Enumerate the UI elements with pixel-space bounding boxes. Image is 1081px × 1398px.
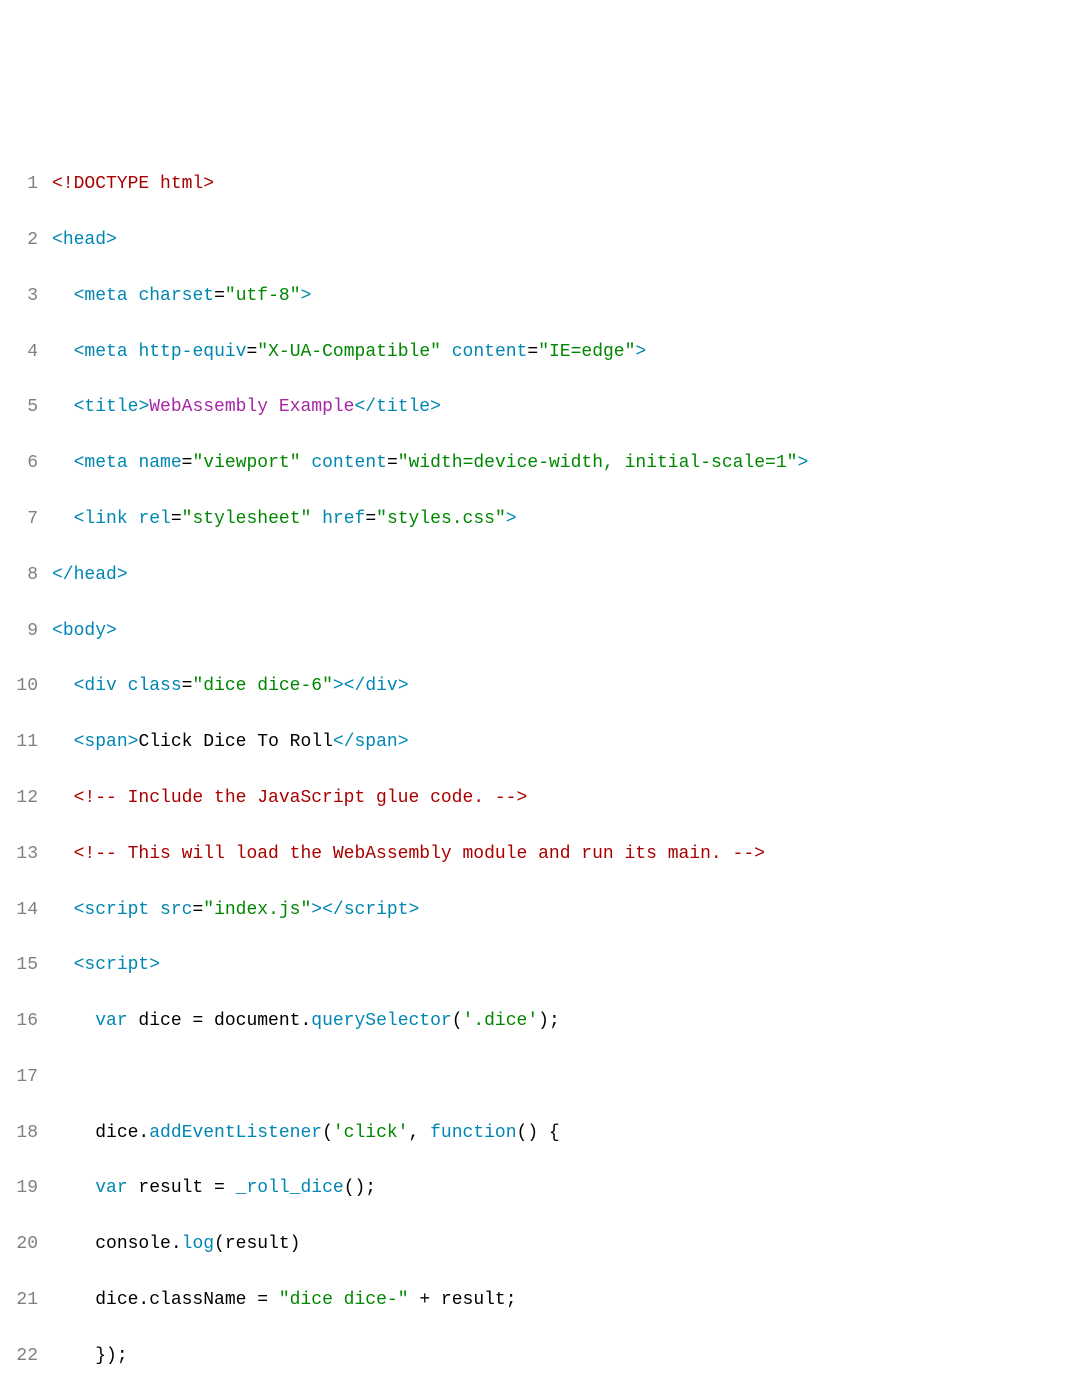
code-content: dice.className = "dice dice-" + result;	[52, 1287, 1081, 1315]
line-number: 17	[0, 1064, 52, 1092]
line-number: 14	[0, 897, 52, 925]
line-number: 4	[0, 339, 52, 367]
code-line: 20 console.log(result)	[0, 1231, 1081, 1259]
code-line: 11 <span>Click Dice To Roll</span>	[0, 729, 1081, 757]
code-line: 2<head>	[0, 227, 1081, 255]
code-line: 15 <script>	[0, 952, 1081, 980]
line-number: 15	[0, 952, 52, 980]
code-content: <!DOCTYPE html>	[52, 171, 1081, 199]
code-line: 9<body>	[0, 618, 1081, 646]
code-content: var result = _roll_dice();	[52, 1175, 1081, 1203]
code-line: 8</head>	[0, 562, 1081, 590]
line-number: 9	[0, 618, 52, 646]
code-content: <script>	[52, 952, 1081, 980]
line-number: 22	[0, 1343, 52, 1371]
code-content: <title>WebAssembly Example</title>	[52, 394, 1081, 422]
line-number: 18	[0, 1120, 52, 1148]
code-line: 21 dice.className = "dice dice-" + resul…	[0, 1287, 1081, 1315]
code-content: dice.addEventListener('click', function(…	[52, 1120, 1081, 1148]
code-content: <body>	[52, 618, 1081, 646]
line-number: 12	[0, 785, 52, 813]
code-line: 4 <meta http-equiv="X-UA-Compatible" con…	[0, 339, 1081, 367]
line-number: 8	[0, 562, 52, 590]
code-content: </head>	[52, 562, 1081, 590]
code-content: });	[52, 1343, 1081, 1371]
code-content: <!-- Include the JavaScript glue code. -…	[52, 785, 1081, 813]
line-number: 20	[0, 1231, 52, 1259]
line-number: 5	[0, 394, 52, 422]
code-content: <!-- This will load the WebAssembly modu…	[52, 841, 1081, 869]
line-number: 7	[0, 506, 52, 534]
line-number: 21	[0, 1287, 52, 1315]
code-line: 14 <script src="index.js"></script>	[0, 897, 1081, 925]
code-line: 7 <link rel="stylesheet" href="styles.cs…	[0, 506, 1081, 534]
line-number: 19	[0, 1175, 52, 1203]
code-line: 6 <meta name="viewport" content="width=d…	[0, 450, 1081, 478]
code-content: <span>Click Dice To Roll</span>	[52, 729, 1081, 757]
line-number: 16	[0, 1008, 52, 1036]
code-content: <link rel="stylesheet" href="styles.css"…	[52, 506, 1081, 534]
line-number: 11	[0, 729, 52, 757]
code-line: 19 var result = _roll_dice();	[0, 1175, 1081, 1203]
code-line: 13 <!-- This will load the WebAssembly m…	[0, 841, 1081, 869]
code-line: 17	[0, 1064, 1081, 1092]
code-content: <meta http-equiv="X-UA-Compatible" conte…	[52, 339, 1081, 367]
code-line: 16 var dice = document.querySelector('.d…	[0, 1008, 1081, 1036]
code-line: 12 <!-- Include the JavaScript glue code…	[0, 785, 1081, 813]
code-content: var dice = document.querySelector('.dice…	[52, 1008, 1081, 1036]
code-content: console.log(result)	[52, 1231, 1081, 1259]
line-number: 13	[0, 841, 52, 869]
code-line: 22 });	[0, 1343, 1081, 1371]
code-content: <meta charset="utf-8">	[52, 283, 1081, 311]
code-content: <div class="dice dice-6"></div>	[52, 673, 1081, 701]
code-line: 5 <title>WebAssembly Example</title>	[0, 394, 1081, 422]
code-content: <head>	[52, 227, 1081, 255]
code-editor[interactable]: 1<!DOCTYPE html> 2<head> 3 <meta charset…	[0, 116, 1081, 1398]
line-number: 2	[0, 227, 52, 255]
line-number: 3	[0, 283, 52, 311]
line-number: 6	[0, 450, 52, 478]
code-content: <script src="index.js"></script>	[52, 897, 1081, 925]
code-content: <meta name="viewport" content="width=dev…	[52, 450, 1081, 478]
line-number: 10	[0, 673, 52, 701]
code-line: 3 <meta charset="utf-8">	[0, 283, 1081, 311]
line-number: 1	[0, 171, 52, 199]
code-line: 18 dice.addEventListener('click', functi…	[0, 1120, 1081, 1148]
code-line: 10 <div class="dice dice-6"></div>	[0, 673, 1081, 701]
code-line: 1<!DOCTYPE html>	[0, 171, 1081, 199]
